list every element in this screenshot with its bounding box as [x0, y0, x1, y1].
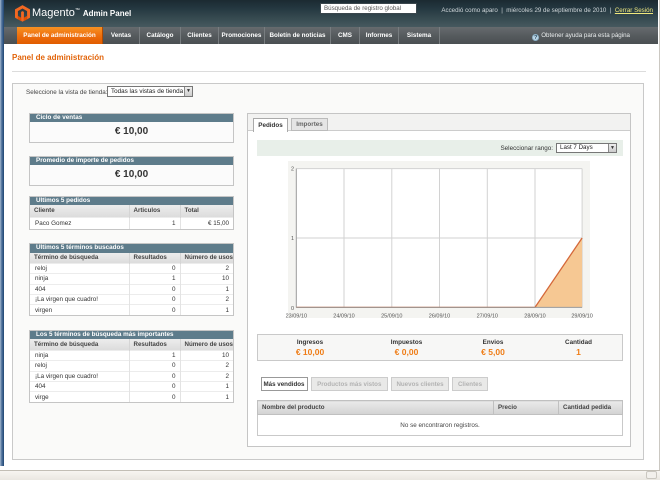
- svg-text:28/09/10: 28/09/10: [524, 314, 545, 320]
- svg-text:24/09/10: 24/09/10: [333, 314, 354, 320]
- svg-text:0: 0: [291, 306, 294, 312]
- svg-text:25/09/10: 25/09/10: [381, 314, 402, 320]
- svg-text:29/09/10: 29/09/10: [571, 314, 592, 320]
- svg-text:1: 1: [291, 236, 294, 242]
- svg-text:26/09/10: 26/09/10: [429, 314, 450, 320]
- svg-text:27/09/10: 27/09/10: [477, 314, 498, 320]
- svg-text:2: 2: [291, 167, 294, 173]
- svg-text:23/09/10: 23/09/10: [286, 314, 307, 320]
